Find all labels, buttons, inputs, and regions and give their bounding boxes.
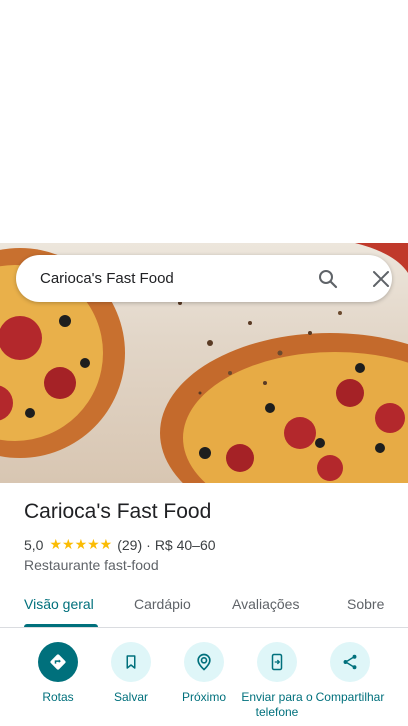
place-tabs: Visão geral Cardápio Avaliações Sobre	[0, 586, 408, 628]
active-tab-indicator	[24, 624, 98, 627]
save-circle	[111, 642, 151, 682]
nearby-circle	[184, 642, 224, 682]
send-to-phone-circle	[257, 642, 297, 682]
directions-label: Rotas	[42, 690, 74, 704]
review-count[interactable]: (29)	[117, 537, 142, 553]
share-icon	[343, 654, 357, 670]
nearby-button[interactable]: Próximo	[164, 642, 244, 705]
rating-value: 5,0	[24, 536, 44, 553]
rating-row[interactable]: 5,0 ★★★★★ (29) · R$ 40–60	[24, 536, 216, 553]
tab-reviews[interactable]: Avaliações	[232, 596, 299, 612]
tab-about[interactable]: Sobre	[347, 596, 384, 612]
tab-menu[interactable]: Cardápio	[134, 596, 191, 612]
search-icon[interactable]	[316, 267, 340, 291]
save-label: Salvar	[113, 690, 148, 704]
nearby-icon	[197, 653, 211, 671]
send-to-phone-button[interactable]: Enviar para o telefone	[237, 642, 317, 720]
place-title: Carioca's Fast Food	[24, 500, 212, 523]
tab-overview[interactable]: Visão geral	[24, 596, 94, 612]
directions-button[interactable]: Rotas	[18, 642, 98, 705]
map-blank-area	[0, 0, 408, 243]
directions-circle	[38, 642, 78, 682]
bookmark-icon	[126, 655, 136, 669]
save-button[interactable]: Salvar	[91, 642, 171, 705]
send-to-phone-icon	[271, 653, 283, 671]
action-buttons: Rotas Salvar Próximo Enviar para o telef…	[0, 642, 408, 726]
share-button[interactable]: Compartilhar	[310, 642, 390, 705]
close-icon[interactable]	[369, 267, 393, 291]
nearby-label: Próximo	[181, 690, 226, 704]
rating-stars: ★★★★★	[49, 536, 113, 552]
price-range: R$ 40–60	[154, 536, 216, 553]
share-circle	[330, 642, 370, 682]
place-category: Restaurante fast-food	[24, 557, 159, 573]
separator-dot: ·	[146, 536, 151, 553]
directions-icon	[50, 654, 66, 670]
send-to-phone-label: Enviar para o telefone	[241, 690, 313, 719]
share-label: Compartilhar	[315, 690, 385, 704]
search-bar[interactable]: Carioca's Fast Food	[16, 255, 392, 302]
